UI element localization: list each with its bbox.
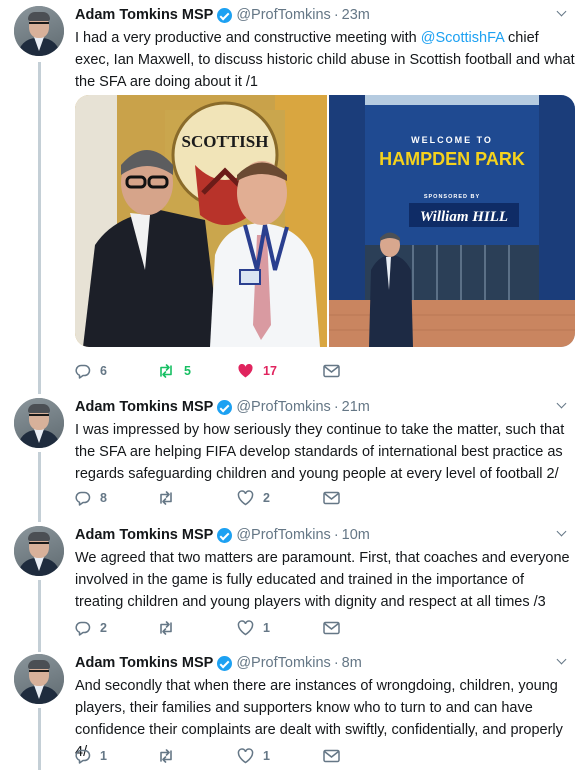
tweet-text: I was impressed by how seriously they co… (75, 422, 565, 482)
avatar[interactable] (14, 398, 64, 448)
retweet-button[interactable] (157, 620, 237, 636)
reply-icon (75, 364, 91, 379)
tweet-header: Adam Tomkins MSP @ProfTomkins · 23m (75, 6, 370, 24)
timestamp[interactable]: 8m (342, 654, 362, 672)
author-name[interactable]: Adam Tomkins MSP (75, 6, 213, 24)
photo-hampden-image: WELCOME TO HAMPDEN PARK SPONSORED BY Wil… (329, 95, 575, 347)
sign-text: SCOTTISH (182, 132, 269, 151)
verified-badge-icon (217, 399, 233, 415)
like-icon (237, 748, 254, 764)
tweet-actions: 2 1 (75, 618, 340, 638)
retweet-icon (160, 621, 172, 635)
author-handle[interactable]: @ProfTomkins (236, 398, 331, 416)
chevron-down-icon[interactable] (555, 398, 569, 412)
separator-dot: · (333, 7, 339, 23)
retweet-icon (160, 749, 172, 763)
tweet-header: Adam Tomkins MSP @ProfTomkins · 21m (75, 398, 370, 416)
retweet-button[interactable]: 5 (157, 363, 237, 379)
tweet[interactable]: Adam Tomkins MSP @ProfTomkins · 23m I ha… (0, 0, 583, 392)
tweet[interactable]: Adam Tomkins MSP @ProfTomkins · 21m I wa… (0, 392, 583, 520)
reply-icon (75, 621, 91, 636)
tweet-media[interactable]: SCOTTISH WELCOME TO HAMPDEN PARK SPONSOR… (75, 95, 575, 347)
avatar[interactable] (14, 6, 64, 56)
direct-message-button[interactable] (323, 364, 340, 378)
timestamp[interactable]: 21m (342, 398, 370, 416)
retweet-button[interactable] (157, 748, 237, 764)
tweet-header: Adam Tomkins MSP @ProfTomkins · 8m (75, 654, 362, 672)
tweet[interactable]: Adam Tomkins MSP @ProfTomkins · 10m We a… (0, 520, 583, 648)
chevron-down-icon[interactable] (555, 526, 569, 540)
verified-badge-icon (217, 527, 233, 543)
photo-meeting[interactable]: SCOTTISH (75, 95, 327, 347)
tweet-text: I had a very productive and constructive… (75, 27, 575, 93)
author-handle[interactable]: @ProfTomkins (236, 654, 331, 672)
author-name[interactable]: Adam Tomkins MSP (75, 526, 213, 544)
reply-count: 2 (100, 621, 107, 635)
author-name[interactable]: Adam Tomkins MSP (75, 654, 213, 672)
message-icon (323, 491, 340, 505)
like-icon (237, 620, 254, 636)
reply-button[interactable]: 1 (75, 748, 157, 764)
tweet-actions: 8 2 (75, 488, 340, 508)
reply-count: 1 (100, 749, 107, 763)
like-icon (238, 363, 253, 378)
like-button[interactable]: 1 (237, 620, 323, 636)
separator-dot: · (333, 399, 339, 415)
direct-message-button[interactable] (323, 621, 340, 635)
like-count: 1 (263, 621, 270, 635)
sign-text: William HILL (420, 209, 508, 225)
tweet-actions: 1 1 (75, 746, 340, 766)
avatar[interactable] (14, 654, 64, 704)
retweet-icon (160, 491, 172, 505)
reply-icon (75, 491, 91, 506)
direct-message-button[interactable] (323, 491, 340, 505)
like-count: 2 (263, 491, 270, 505)
reply-icon (75, 749, 91, 764)
like-count: 1 (263, 749, 270, 763)
separator-dot: · (333, 527, 339, 543)
photo-hampden-park[interactable]: WELCOME TO HAMPDEN PARK SPONSORED BY Wil… (329, 95, 575, 347)
reply-count: 8 (100, 491, 107, 505)
like-button[interactable]: 2 (237, 490, 323, 506)
timestamp[interactable]: 23m (342, 6, 370, 24)
chevron-down-icon[interactable] (555, 654, 569, 668)
tweet-text-part: I had a very productive and constructive… (75, 30, 421, 46)
like-icon (237, 490, 254, 506)
like-count: 17 (263, 364, 277, 378)
separator-dot: · (333, 655, 339, 671)
sign-text: HAMPDEN PARK (379, 149, 525, 169)
sign-text: WELCOME TO (411, 135, 493, 145)
like-button[interactable]: 1 (237, 748, 323, 764)
timestamp[interactable]: 10m (342, 526, 370, 544)
reply-button[interactable]: 2 (75, 620, 157, 636)
author-handle[interactable]: @ProfTomkins (236, 526, 331, 544)
tweet-actions: 6 5 17 (75, 361, 340, 381)
direct-message-button[interactable] (323, 749, 340, 763)
mention-link[interactable]: @ScottishFA (421, 30, 504, 46)
message-icon (323, 364, 340, 378)
chevron-down-icon[interactable] (555, 6, 569, 20)
tweet-text: We agreed that two matters are paramount… (75, 550, 570, 610)
message-icon (323, 749, 340, 763)
like-button[interactable]: 17 (237, 363, 323, 379)
verified-badge-icon (217, 7, 233, 23)
tweet-header: Adam Tomkins MSP @ProfTomkins · 10m (75, 526, 370, 544)
reply-button[interactable]: 8 (75, 490, 157, 506)
sign-text: SPONSORED BY (424, 194, 480, 200)
reply-button[interactable]: 6 (75, 363, 157, 379)
reply-count: 6 (100, 364, 107, 378)
avatar[interactable] (14, 526, 64, 576)
retweet-button[interactable] (157, 490, 237, 506)
message-icon (323, 621, 340, 635)
retweet-count: 5 (184, 364, 191, 378)
verified-badge-icon (217, 655, 233, 671)
photo-meeting-image: SCOTTISH (75, 95, 327, 347)
author-handle[interactable]: @ProfTomkins (236, 6, 331, 24)
tweet[interactable]: Adam Tomkins MSP @ProfTomkins · 8m And s… (0, 648, 583, 770)
author-name[interactable]: Adam Tomkins MSP (75, 398, 213, 416)
retweet-icon (160, 364, 172, 378)
